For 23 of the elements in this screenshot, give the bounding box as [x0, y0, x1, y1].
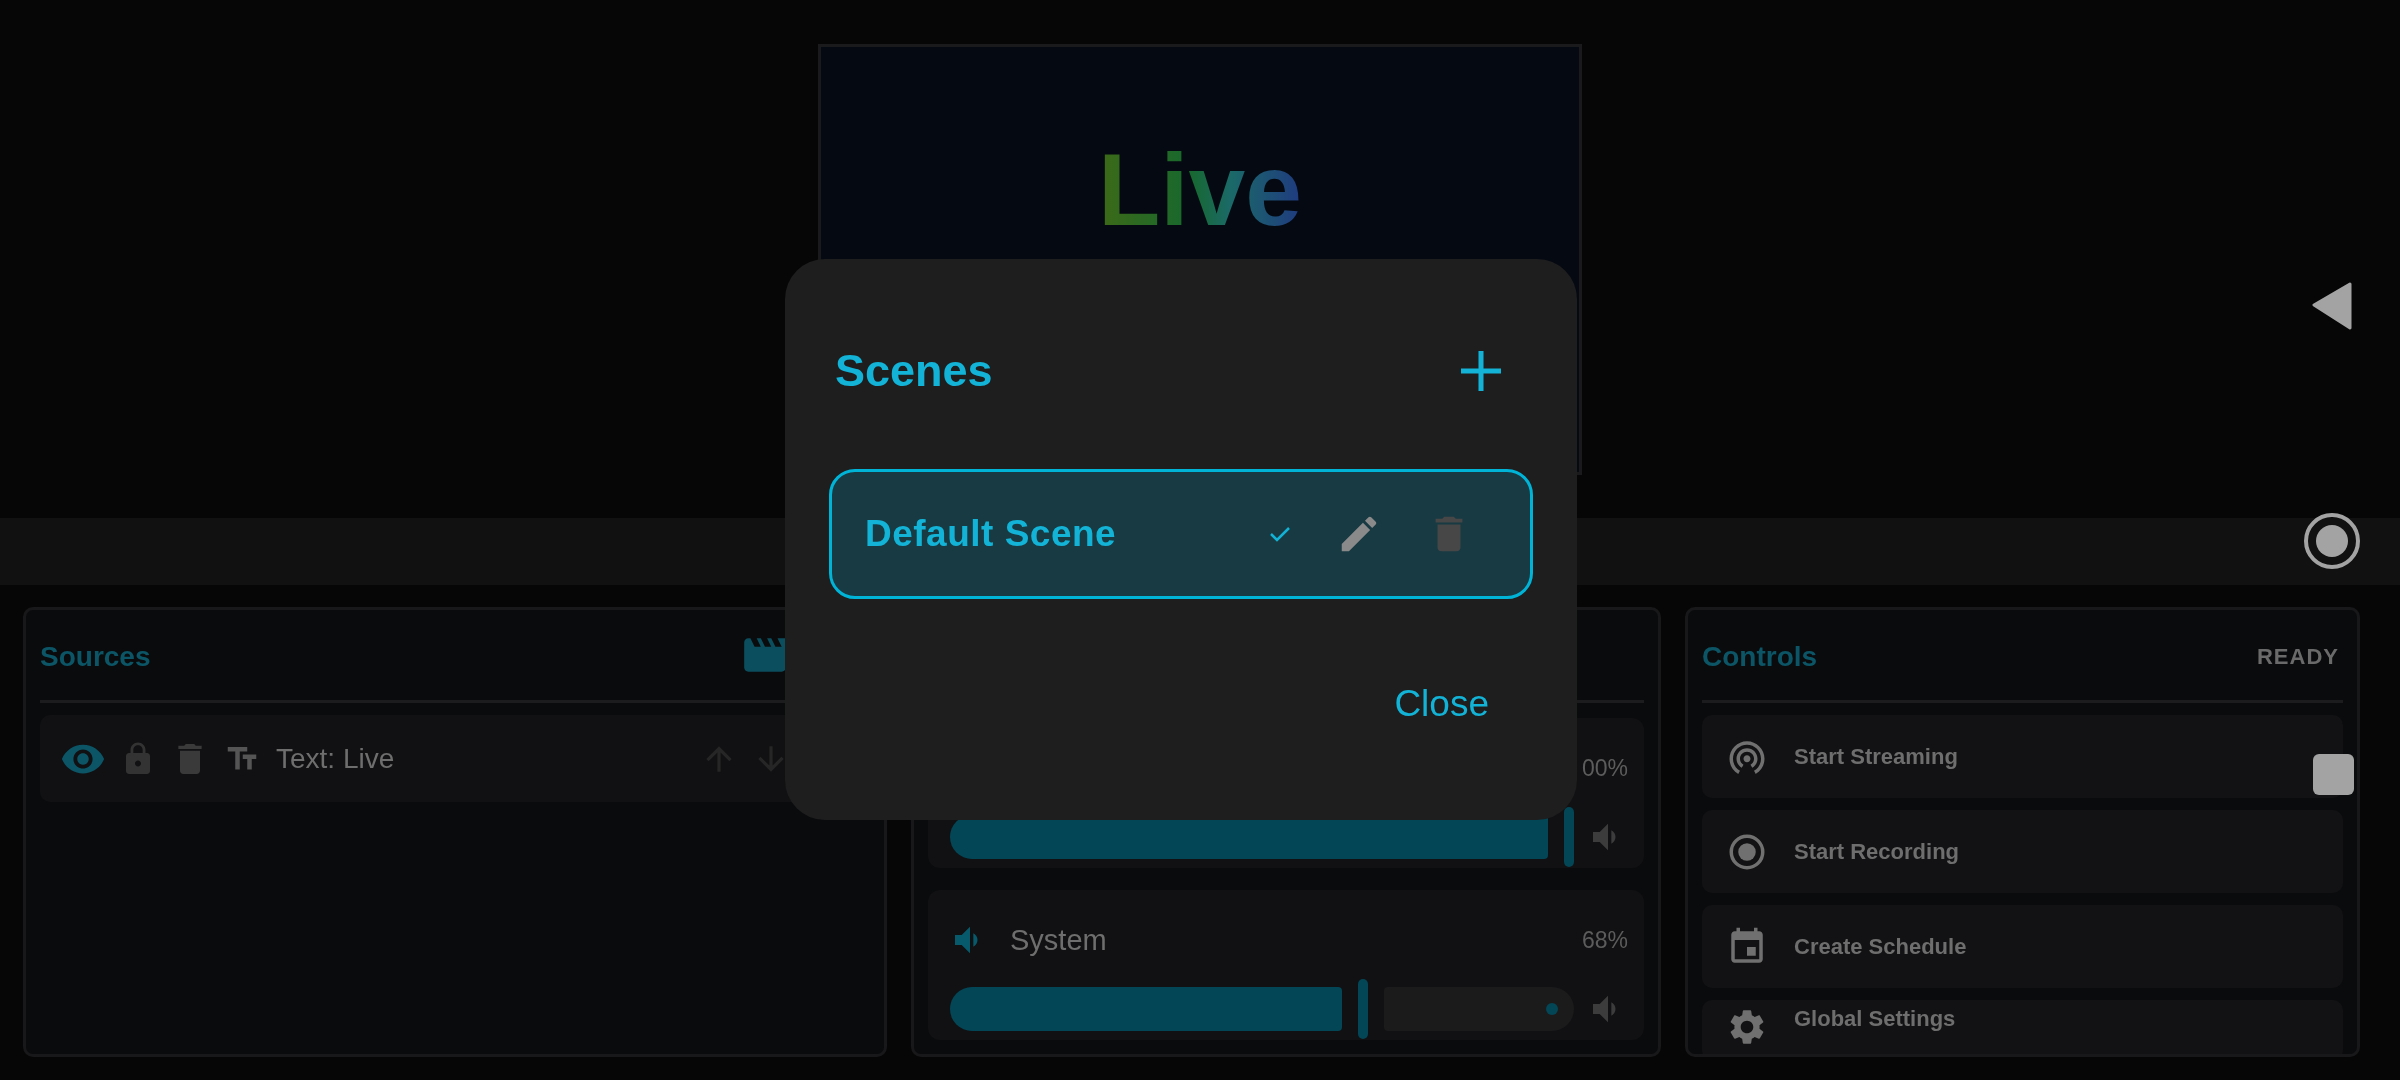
- dialog-title: Scenes: [835, 345, 993, 397]
- back-icon[interactable]: [2312, 282, 2352, 330]
- slider-handle[interactable]: [1358, 979, 1369, 1039]
- control-button[interactable]: Create Schedule: [1702, 905, 2343, 988]
- add-icon[interactable]: [1459, 349, 1503, 393]
- slider-handle[interactable]: [1564, 807, 1574, 867]
- scene-item[interactable]: Default Scene: [829, 469, 1533, 599]
- channel-name: System: [1010, 923, 1108, 957]
- control-button[interactable]: Global Settings: [1702, 1000, 2343, 1054]
- volume-slider[interactable]: [950, 978, 1574, 1040]
- scene-name: Default Scene: [865, 513, 1118, 555]
- record-icon[interactable]: [2303, 512, 2361, 570]
- check-icon: [1268, 524, 1292, 544]
- control-button[interactable]: Start Streaming: [1702, 715, 2343, 798]
- control-button[interactable]: Start Recording: [1702, 810, 2343, 893]
- volume-reading: 68%: [1581, 926, 1628, 954]
- panel-title: Controls: [1702, 641, 1818, 673]
- status-label: READY: [2257, 644, 2339, 670]
- source-label: Text: Live: [276, 742, 396, 775]
- close-button[interactable]: Close: [1386, 677, 1497, 731]
- square-handle[interactable]: [2313, 754, 2354, 795]
- volume-reading: 00%: [1581, 754, 1628, 782]
- panel-title: Sources: [40, 641, 151, 673]
